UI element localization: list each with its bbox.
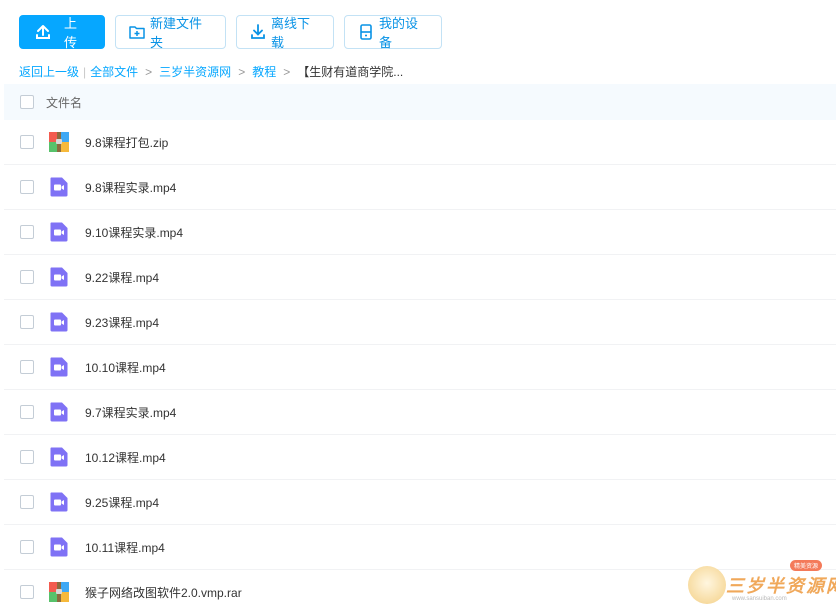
file-checkbox[interactable] xyxy=(20,225,34,239)
file-name[interactable]: 10.10课程.mp4 xyxy=(85,359,166,376)
file-list: 9.8课程打包.zip 9.8课程实录.mp4 9.10课程实录.mp4 9.22课程… xyxy=(4,120,836,608)
breadcrumb-separator: > xyxy=(145,64,153,79)
file-row[interactable]: 9.25课程.mp4 xyxy=(4,480,836,525)
video-file-icon[interactable] xyxy=(48,176,70,198)
file-name[interactable]: 9.22课程.mp4 xyxy=(85,269,159,286)
video-file-icon[interactable] xyxy=(48,266,70,288)
file-checkbox[interactable] xyxy=(20,540,34,554)
file-row[interactable]: 10.12课程.mp4 xyxy=(4,435,836,480)
archive-file-icon[interactable] xyxy=(48,581,70,603)
file-checkbox[interactable] xyxy=(20,135,34,149)
watermark-badge: 精美资源 xyxy=(790,560,823,571)
file-checkbox[interactable] xyxy=(20,405,34,419)
file-name[interactable]: 9.8课程实录.mp4 xyxy=(85,179,176,196)
breadcrumb-current: 【生财有道商学院... xyxy=(297,65,404,79)
device-icon xyxy=(357,23,375,41)
download-icon xyxy=(249,23,267,41)
watermark-url: www.sansuiban.com xyxy=(732,596,787,602)
offline-download-button[interactable]: 离线下载 xyxy=(236,15,334,50)
breadcrumb-crumb-2[interactable]: 教程 xyxy=(252,63,276,80)
file-row[interactable]: 9.7课程实录.mp4 xyxy=(4,390,836,435)
video-file-icon[interactable] xyxy=(48,491,70,513)
file-row[interactable]: 9.8课程实录.mp4 xyxy=(4,165,836,210)
breadcrumb-separator: > xyxy=(283,64,291,79)
video-file-icon[interactable] xyxy=(48,446,70,468)
watermark: 三岁半资源网 www.sansuiban.com 精美资源 xyxy=(686,560,836,608)
column-header-name[interactable]: 文件名 xyxy=(46,94,82,111)
file-name[interactable]: 9.8课程打包.zip xyxy=(85,134,168,151)
breadcrumb-separator: > xyxy=(238,64,246,79)
file-checkbox[interactable] xyxy=(20,270,34,284)
file-row[interactable]: 9.8课程打包.zip xyxy=(4,120,836,165)
archive-file-icon[interactable] xyxy=(48,131,70,153)
file-checkbox[interactable] xyxy=(20,450,34,464)
file-checkbox[interactable] xyxy=(20,360,34,374)
breadcrumb-crumb-1[interactable]: 三岁半资源网 xyxy=(159,63,231,80)
file-row[interactable]: 9.23课程.mp4 xyxy=(4,300,836,345)
watermark-logo-icon xyxy=(688,566,726,604)
back-link[interactable]: 返回上一级 xyxy=(19,63,79,80)
file-row[interactable]: 9.10课程实录.mp4 xyxy=(4,210,836,255)
upload-button[interactable]: 上传 xyxy=(19,15,105,50)
video-file-icon[interactable] xyxy=(48,536,70,558)
video-file-icon[interactable] xyxy=(48,401,70,423)
file-name[interactable]: 猴子网络改图软件2.0.vmp.rar xyxy=(85,584,242,601)
file-name[interactable]: 10.12课程.mp4 xyxy=(85,449,166,466)
file-checkbox[interactable] xyxy=(20,495,34,509)
new-folder-button[interactable]: 新建文件夹 xyxy=(115,15,226,50)
new-folder-label: 新建文件夹 xyxy=(150,16,203,50)
breadcrumb: 返回上一级 | 全部文件 > 三岁半资源网 > 教程 > 【生财有道商学院... xyxy=(19,63,403,80)
upload-icon xyxy=(34,23,52,41)
my-devices-button[interactable]: 我的设备 xyxy=(344,15,442,50)
watermark-text: 三岁半资源网 xyxy=(726,576,836,597)
my-devices-label: 我的设备 xyxy=(379,16,419,50)
file-checkbox[interactable] xyxy=(20,315,34,329)
file-name[interactable]: 9.25课程.mp4 xyxy=(85,494,159,511)
file-row[interactable]: 10.10课程.mp4 xyxy=(4,345,836,390)
file-name[interactable]: 10.11课程.mp4 xyxy=(85,539,165,556)
file-name[interactable]: 9.10课程实录.mp4 xyxy=(85,224,183,241)
breadcrumb-all-files[interactable]: 全部文件 xyxy=(90,63,138,80)
file-checkbox[interactable] xyxy=(20,180,34,194)
breadcrumb-divider: | xyxy=(83,64,87,79)
video-file-icon[interactable] xyxy=(48,356,70,378)
video-file-icon[interactable] xyxy=(48,311,70,333)
upload-label: 上传 xyxy=(64,16,78,50)
video-file-icon[interactable] xyxy=(48,221,70,243)
file-name[interactable]: 9.7课程实录.mp4 xyxy=(85,404,176,421)
file-checkbox[interactable] xyxy=(20,585,34,599)
new-folder-icon xyxy=(128,23,146,41)
toolbar: 上传 新建文件夹 离线下载 我的设备 xyxy=(19,15,442,50)
offline-download-label: 离线下载 xyxy=(271,16,311,50)
file-name[interactable]: 9.23课程.mp4 xyxy=(85,314,159,331)
select-all-checkbox[interactable] xyxy=(20,95,34,109)
file-row[interactable]: 9.22课程.mp4 xyxy=(4,255,836,300)
file-list-header: 文件名 xyxy=(4,84,836,120)
